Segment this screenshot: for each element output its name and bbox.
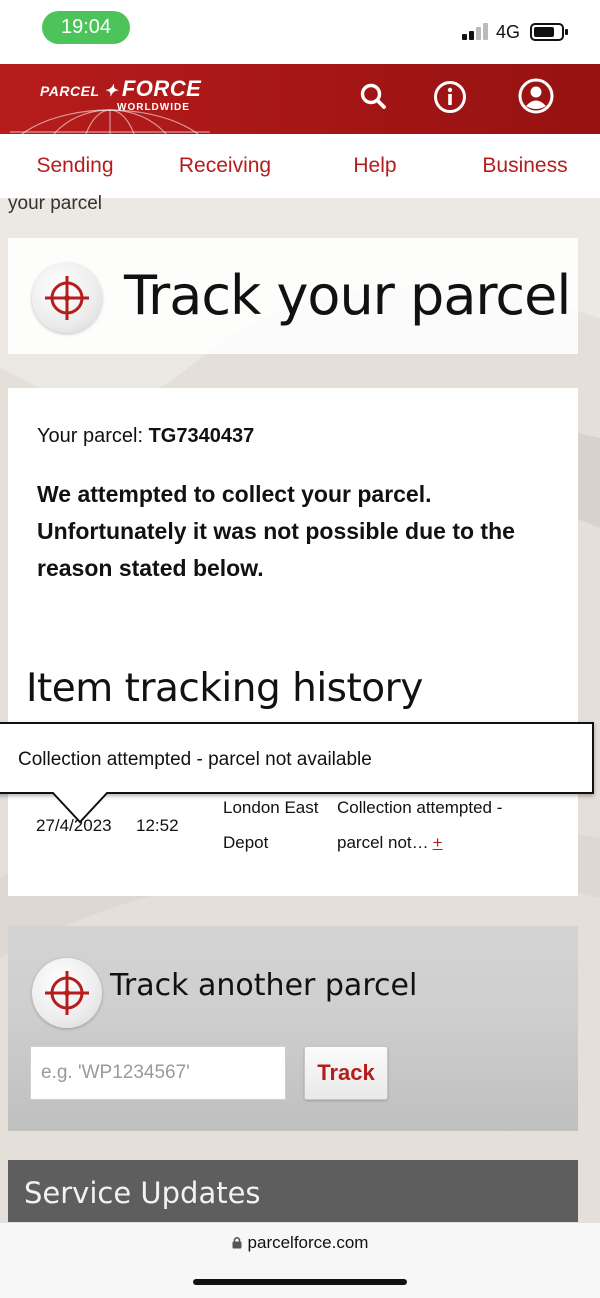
track-title-panel: Track your parcel [8,238,578,354]
status-message: We attempted to collect your parcel. Unf… [37,481,515,581]
history-status-text: parcel not… [337,833,429,852]
info-icon[interactable] [432,79,468,115]
logo-subtitle: WORLDWIDE [117,102,190,113]
target-icon [32,958,102,1028]
breadcrumb[interactable]: your parcel [8,193,102,215]
site-header: PARCEL ✦ FORCE WORLDWIDE [0,64,600,134]
home-indicator[interactable] [193,1279,407,1285]
page-title: Track your parcel [124,264,571,327]
search-icon[interactable] [356,79,392,115]
lock-icon [232,1237,242,1249]
service-updates-panel[interactable]: Service Updates [8,1160,578,1230]
tooltip-arrow [51,792,109,824]
nav-receiving[interactable]: Receiving [150,134,300,198]
parcel-id-line: Your parcel: TG7340437 [37,425,254,448]
account-icon[interactable] [517,77,555,115]
logo-star-icon: ✦ [103,83,118,100]
battery-icon [530,23,568,41]
tooltip-text: Collection attempted - parcel not availa… [18,749,372,770]
url-text: parcelforce.com [247,1233,369,1252]
main-nav: Sending Receiving Help Business [0,134,600,198]
track-button[interactable]: Track [304,1046,388,1100]
history-status-2: parcel not… + [337,825,443,860]
status-time: 19:04 [42,11,130,44]
history-time: 12:52 [136,816,179,835]
url-row[interactable]: parcelforce.com [0,1233,600,1253]
network-type: 4G [496,22,521,42]
track-another-panel: Track another parcel Track [8,926,578,1131]
logo-part1: PARCEL [40,83,100,99]
tracking-number-input[interactable] [30,1046,286,1100]
service-updates-title: Service Updates [24,1176,261,1210]
status-tooltip: Collection attempted - parcel not availa… [0,722,594,794]
target-icon [32,263,102,333]
expand-status-link[interactable]: + [433,833,443,852]
parcel-number: TG7340437 [148,425,255,447]
status-bar: 19:04 4G [0,0,600,64]
browser-address-bar[interactable]: parcelforce.com [0,1222,600,1298]
nav-help[interactable]: Help [300,134,450,198]
signal-icon [462,22,490,40]
history-title: Item tracking history [26,666,423,711]
history-location-1: London East [223,798,319,817]
history-status-1: Collection attempted - [337,798,503,817]
history-location-2: Depot [223,833,269,852]
parcel-label: Your parcel: [37,425,143,447]
track-another-title: Track another parcel [110,968,418,1003]
logo[interactable]: PARCEL ✦ FORCE [40,76,201,102]
logo-part2: FORCE [121,76,202,101]
nav-sending[interactable]: Sending [0,134,150,198]
nav-business[interactable]: Business [450,134,600,198]
